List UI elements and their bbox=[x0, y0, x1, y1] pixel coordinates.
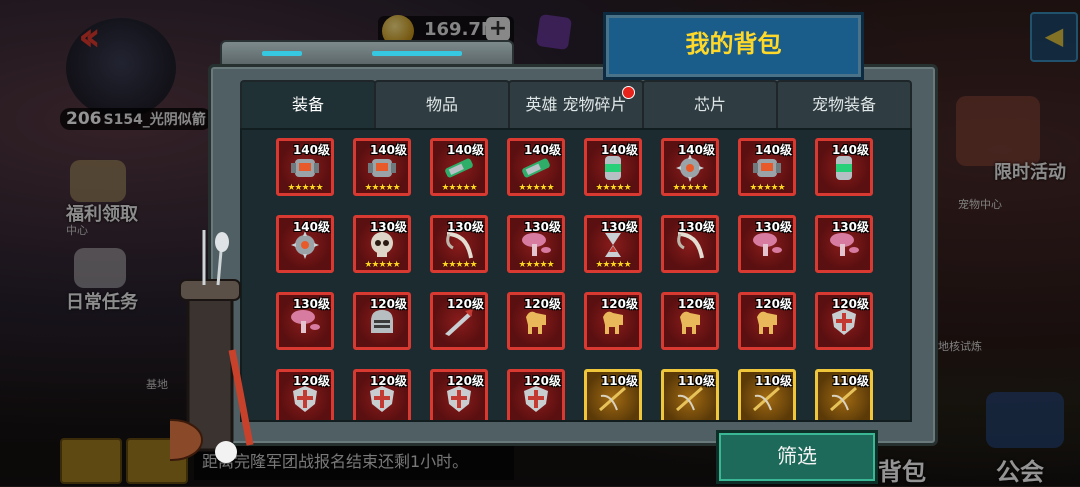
item-level: 130级 bbox=[677, 220, 715, 234]
tab-pet-equipment[interactable]: 宠物装备 bbox=[776, 80, 912, 128]
tab-chips[interactable]: 芯片 bbox=[642, 80, 778, 128]
inventory-slot[interactable]: 130级 ★★★★★ bbox=[430, 215, 488, 273]
inventory-slot[interactable]: 130级 ★★★★★ bbox=[507, 215, 565, 273]
item-level: 140级 bbox=[292, 220, 330, 234]
star-rating: ★★★★★ bbox=[441, 183, 477, 193]
inventory-slot[interactable]: 140级 ★★★★★ bbox=[661, 138, 719, 196]
inventory-slot[interactable]: 120级 bbox=[738, 292, 796, 350]
item-level: 120级 bbox=[677, 297, 715, 311]
inventory-slot[interactable]: 140级 bbox=[815, 138, 873, 196]
item-level: 130级 bbox=[831, 220, 869, 234]
star-rating: ★★★★★ bbox=[749, 183, 785, 193]
inventory-slot[interactable]: 120级 bbox=[584, 292, 642, 350]
item-level: 130级 bbox=[446, 220, 484, 234]
star-rating: ★★★★★ bbox=[364, 183, 400, 193]
item-level: 140级 bbox=[292, 143, 330, 157]
inventory-slot[interactable]: 130级 ★★★★★ bbox=[584, 215, 642, 273]
star-rating: ★★★★★ bbox=[595, 183, 631, 193]
item-level: 140级 bbox=[369, 143, 407, 157]
golf-bag-decoration-icon bbox=[170, 230, 254, 463]
inventory-slot[interactable]: 120级 bbox=[276, 369, 334, 420]
inventory-slot[interactable]: 130级 bbox=[738, 215, 796, 273]
star-rating: ★★★★★ bbox=[518, 260, 554, 270]
inventory-slot[interactable]: 120级 bbox=[815, 292, 873, 350]
star-rating: ★★★★★ bbox=[287, 183, 323, 193]
star-rating: ★★★★★ bbox=[441, 260, 477, 270]
item-level: 120级 bbox=[523, 297, 561, 311]
item-level: 130级 bbox=[292, 297, 330, 311]
item-level: 130级 bbox=[754, 220, 792, 234]
notification-dot-icon bbox=[622, 86, 635, 99]
item-level: 120级 bbox=[831, 297, 869, 311]
filter-button[interactable]: 筛选 bbox=[716, 430, 878, 484]
item-level: 140级 bbox=[831, 143, 869, 157]
item-grid: 140级 ★★★★★ 140级 ★★★★★ 140级 ★★★★★ 140级 ★★★★★ 140级… bbox=[240, 128, 912, 422]
item-level: 110级 bbox=[831, 374, 869, 388]
item-level: 110级 bbox=[754, 374, 792, 388]
item-level: 120级 bbox=[369, 297, 407, 311]
item-level: 140级 bbox=[523, 143, 561, 157]
inventory-slot[interactable]: 110级 bbox=[661, 369, 719, 420]
item-level: 120级 bbox=[369, 374, 407, 388]
star-rating: ★★★★★ bbox=[364, 260, 400, 270]
star-rating: ★★★★★ bbox=[672, 183, 708, 193]
item-level: 140级 bbox=[446, 143, 484, 157]
item-level: 120级 bbox=[523, 374, 561, 388]
inventory-slot[interactable]: 110级 bbox=[738, 369, 796, 420]
inventory-slot[interactable]: 130级 ★★★★★ bbox=[353, 215, 411, 273]
item-level: 130级 bbox=[523, 220, 561, 234]
inventory-slot[interactable]: 140级 ★★★★★ bbox=[507, 138, 565, 196]
inventory-slot[interactable]: 140级 ★★★★★ bbox=[430, 138, 488, 196]
inventory-slot[interactable]: 140级 ★★★★★ bbox=[353, 138, 411, 196]
item-level: 110级 bbox=[600, 374, 638, 388]
item-level: 140级 bbox=[754, 143, 792, 157]
star-rating: ★★★★★ bbox=[595, 260, 631, 270]
star-rating: ★★★★★ bbox=[518, 183, 554, 193]
inventory-slot[interactable]: 120级 bbox=[430, 369, 488, 420]
inventory-slot[interactable]: 140级 ★★★★★ bbox=[738, 138, 796, 196]
item-level: 120级 bbox=[292, 374, 330, 388]
item-level: 110级 bbox=[677, 374, 715, 388]
item-level: 140级 bbox=[677, 143, 715, 157]
inventory-slot[interactable]: 120级 bbox=[430, 292, 488, 350]
panel-title: 我的背包 bbox=[685, 30, 782, 58]
inventory-slot[interactable]: 130级 bbox=[661, 215, 719, 273]
item-level: 120级 bbox=[446, 297, 484, 311]
inventory-slot[interactable]: 140级 bbox=[276, 215, 334, 273]
inventory-slot[interactable]: 120级 bbox=[353, 292, 411, 350]
inventory-slot[interactable]: 110级 bbox=[584, 369, 642, 420]
inventory-slot[interactable]: 120级 bbox=[661, 292, 719, 350]
item-level: 120级 bbox=[600, 297, 638, 311]
inventory-slot[interactable]: 130级 bbox=[276, 292, 334, 350]
inventory-slot[interactable]: 140级 ★★★★★ bbox=[276, 138, 334, 196]
item-level: 140级 bbox=[600, 143, 638, 157]
item-level: 120级 bbox=[446, 374, 484, 388]
inventory-slot[interactable]: 120级 bbox=[507, 292, 565, 350]
inventory-slot[interactable]: 120级 bbox=[353, 369, 411, 420]
item-level: 130级 bbox=[600, 220, 638, 234]
inventory-slot[interactable]: 130级 bbox=[815, 215, 873, 273]
inventory-slot[interactable]: 110级 bbox=[815, 369, 873, 420]
tab-items[interactable]: 物品 bbox=[374, 80, 510, 128]
item-level: 120级 bbox=[754, 297, 792, 311]
tab-equipment[interactable]: 装备 bbox=[240, 80, 376, 132]
inventory-slot[interactable]: 140级 ★★★★★ bbox=[584, 138, 642, 196]
item-level: 130级 bbox=[369, 220, 407, 234]
inventory-slot[interactable]: 120级 bbox=[507, 369, 565, 420]
